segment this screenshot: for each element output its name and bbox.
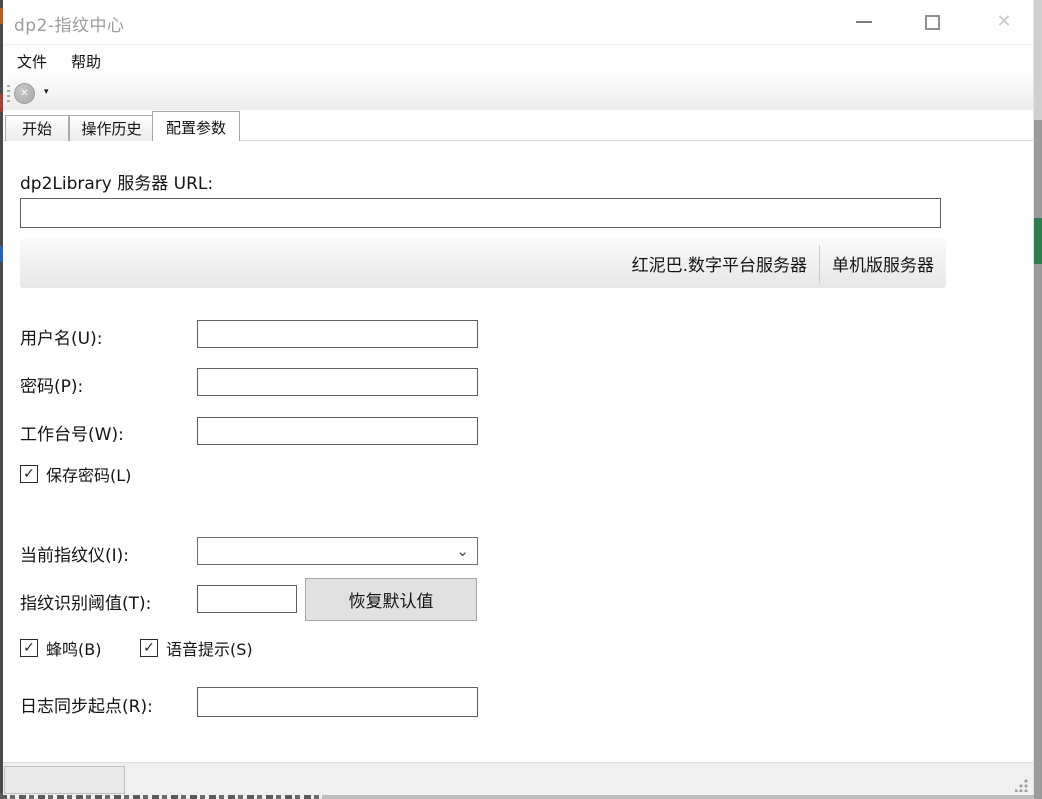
window-title: dp2-指纹中心	[14, 16, 125, 36]
config-tab-page: dp2Library 服务器 URL: 红泥巴.数字平台服务器 单机版服务器 用…	[3, 141, 1033, 762]
fingerprint-reader-label: 当前指纹仪(I):	[20, 546, 130, 566]
tab-operation-history[interactable]: 操作历史	[69, 115, 154, 141]
checkbox-check-icon: ✓	[20, 639, 38, 657]
background-right-light	[1034, 0, 1042, 120]
tab-start[interactable]: 开始	[5, 115, 69, 141]
maximize-button[interactable]	[915, 6, 949, 38]
restore-default-button[interactable]: 恢复默认值	[305, 578, 477, 621]
threshold-label: 指纹识别阈值(T):	[20, 594, 152, 614]
menu-item-help[interactable]: 帮助	[65, 45, 107, 79]
tab-strip: 开始 操作历史 配置参数	[3, 110, 1033, 141]
status-bar	[3, 762, 1033, 795]
username-label: 用户名(U):	[20, 329, 103, 349]
log-sync-start-input[interactable]	[197, 687, 478, 717]
background-right-green	[1034, 218, 1042, 264]
password-input[interactable]	[197, 368, 478, 396]
toolbar-grip-handle[interactable]	[7, 85, 10, 103]
save-password-label: 保存密码(L)	[46, 466, 132, 485]
app-window: dp2-指纹中心 ✕ 文件 帮助 ✕ ▾ 开始 操作历史 配置参数 dp2Lib…	[3, 0, 1034, 795]
beep-checkbox[interactable]: ✓ 蜂鸣(B)	[20, 636, 101, 660]
password-label: 密码(P):	[20, 377, 84, 397]
maximize-icon	[924, 14, 940, 30]
stop-icon[interactable]: ✕	[14, 83, 35, 104]
tab-config-params[interactable]: 配置参数	[152, 111, 240, 141]
url-label: dp2Library 服务器 URL:	[20, 174, 214, 194]
toolbar: ✕ ▾	[3, 78, 1033, 110]
threshold-input[interactable]	[197, 585, 297, 613]
checkbox-check-icon: ✓	[140, 639, 158, 657]
chevron-down-icon: ⌄	[456, 542, 469, 560]
voice-prompt-label: 语音提示(S)	[166, 640, 253, 659]
menu-item-file[interactable]: 文件	[11, 45, 53, 79]
close-button[interactable]: ✕	[987, 6, 1021, 38]
save-password-checkbox[interactable]: ✓ 保存密码(L)	[20, 462, 131, 486]
title-bar[interactable]: dp2-指纹中心 ✕	[3, 0, 1033, 44]
workstation-label: 工作台号(W):	[20, 425, 124, 445]
toolbar-dropdown-icon[interactable]: ▾	[44, 87, 49, 97]
hongniba-server-button[interactable]: 红泥巴.数字平台服务器	[620, 244, 819, 284]
workstation-input[interactable]	[197, 417, 478, 445]
screen: dp2-指纹中心 ✕ 文件 帮助 ✕ ▾ 开始 操作历史 配置参数 dp2Lib…	[0, 0, 1042, 799]
log-sync-start-label: 日志同步起点(R):	[20, 697, 153, 717]
beep-label: 蜂鸣(B)	[46, 640, 102, 659]
minimize-icon	[856, 21, 872, 23]
fingerprint-reader-select[interactable]: ⌄	[197, 537, 478, 565]
background-window-right-edge	[1034, 0, 1042, 799]
standalone-server-button[interactable]: 单机版服务器	[820, 244, 946, 284]
menu-bar: 文件 帮助	[3, 44, 1033, 78]
close-icon: ✕	[996, 11, 1012, 32]
checkbox-check-icon: ✓	[20, 465, 38, 483]
resize-grip[interactable]	[1015, 779, 1028, 792]
url-input[interactable]	[20, 198, 941, 228]
username-input[interactable]	[197, 320, 478, 348]
minimize-button[interactable]	[847, 6, 881, 38]
voice-prompt-checkbox[interactable]: ✓ 语音提示(S)	[140, 636, 253, 660]
status-panel	[4, 766, 125, 794]
server-shortcut-band: 红泥巴.数字平台服务器 单机版服务器	[20, 239, 946, 288]
